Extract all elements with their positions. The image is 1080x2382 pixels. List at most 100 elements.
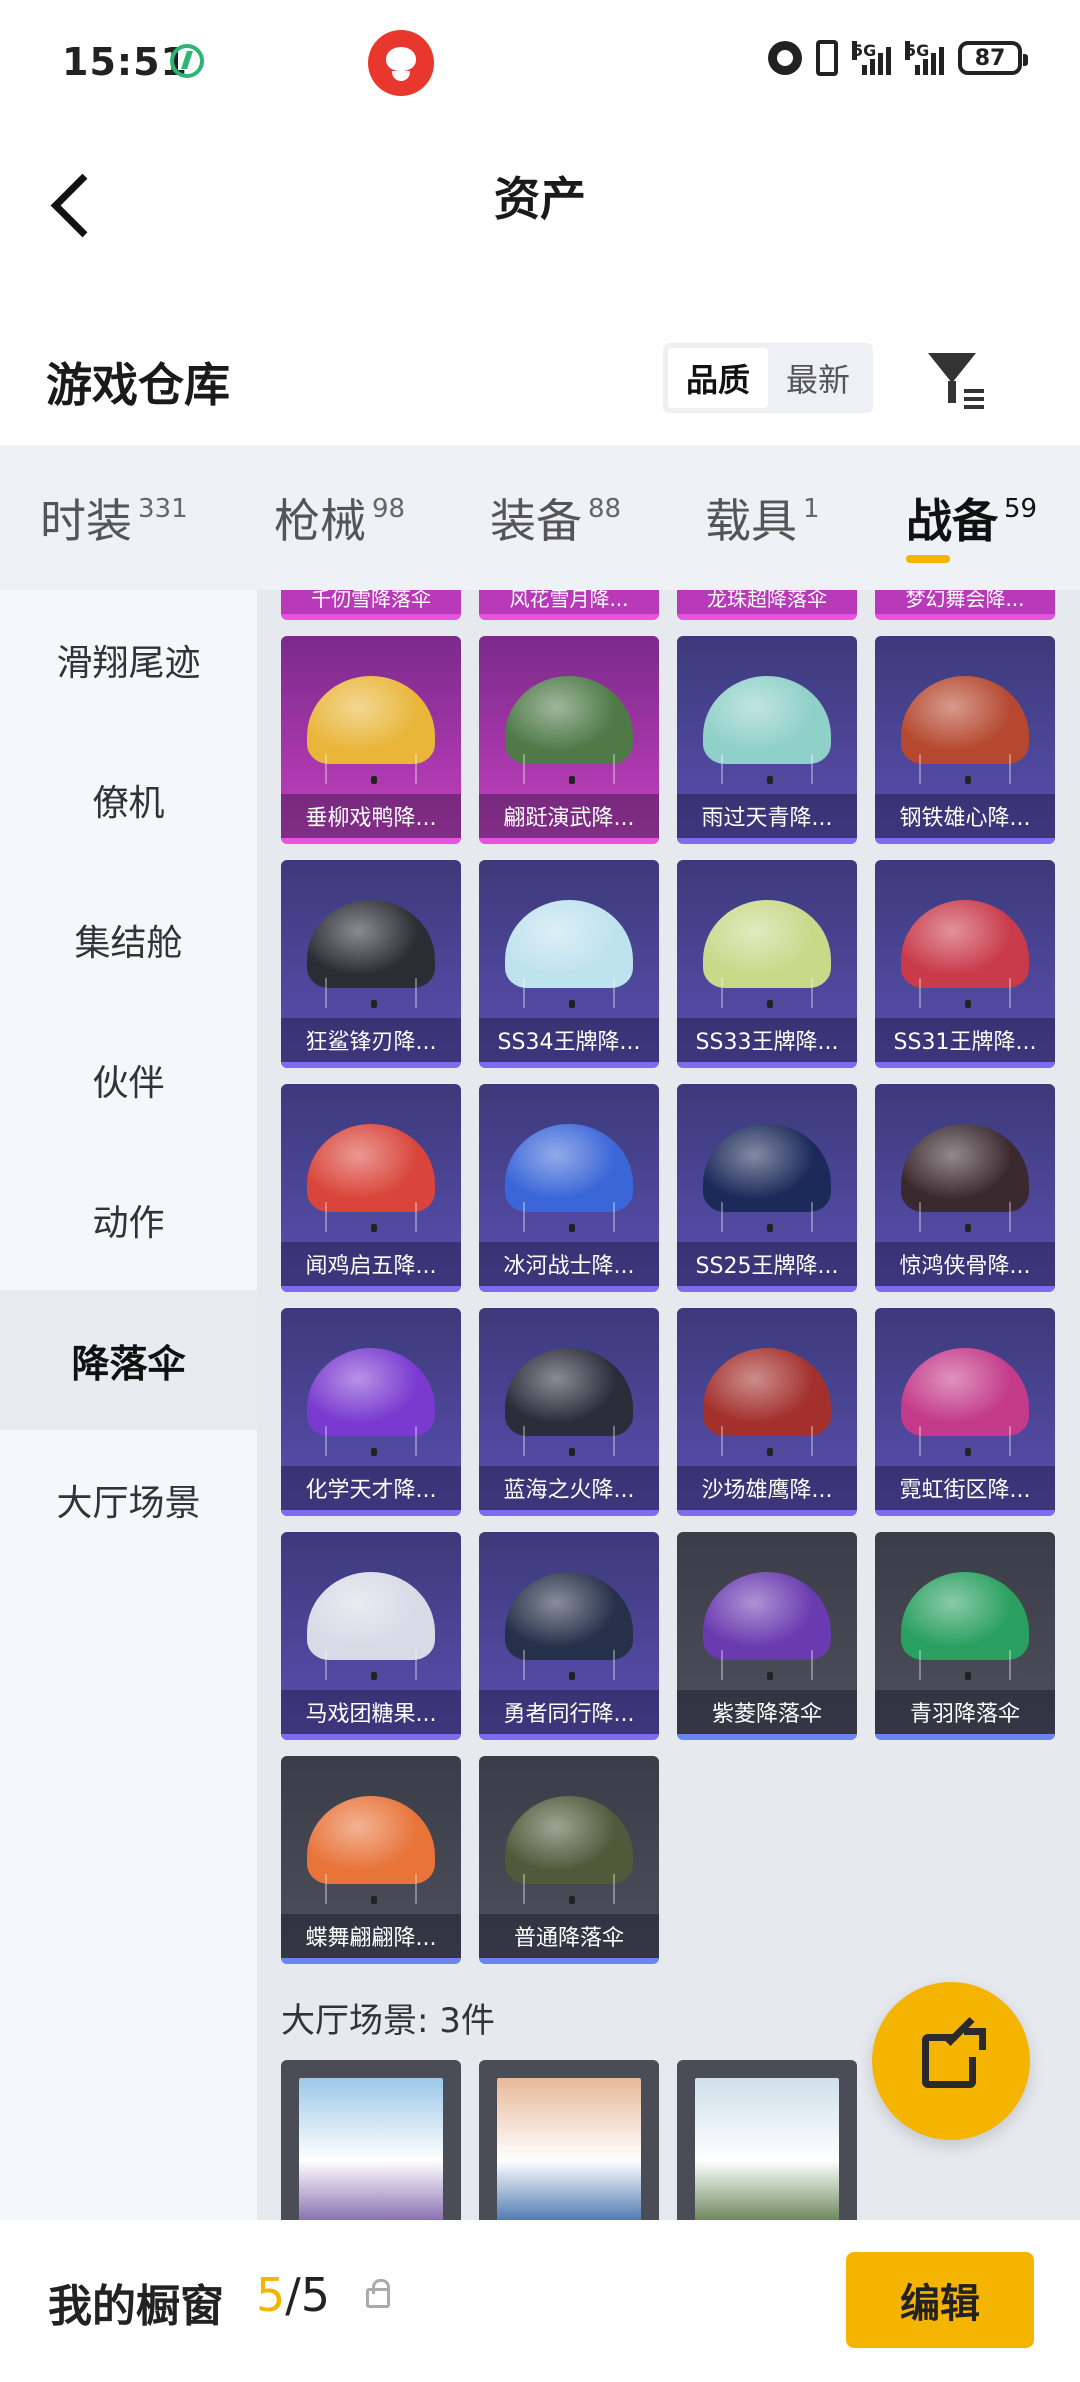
item-card[interactable]: 闻鸡启五降... bbox=[281, 1084, 461, 1292]
item-card[interactable]: SS31王牌降... bbox=[875, 860, 1055, 1068]
item-card[interactable]: 蓝海之火降... bbox=[479, 1308, 659, 1516]
parachute-lines bbox=[523, 1202, 615, 1232]
parachute-lines bbox=[721, 754, 813, 784]
item-card[interactable]: 马戏团糖果... bbox=[281, 1532, 461, 1740]
parachute-lines bbox=[721, 1202, 813, 1232]
sidebar-item-glide-trail[interactable]: 滑翔尾迹 bbox=[0, 590, 257, 730]
vibrate-icon bbox=[816, 40, 838, 76]
status-icons: 5G 5G 87 bbox=[768, 40, 1028, 76]
parachute-canopy-icon bbox=[307, 900, 435, 988]
scene-thumbnail bbox=[695, 2078, 839, 2220]
parachute-lines bbox=[325, 754, 417, 784]
sidebar-item-emote[interactable]: 动作 bbox=[0, 1150, 257, 1290]
parachute-lines bbox=[523, 1650, 615, 1680]
item-name: SS31王牌降... bbox=[875, 1018, 1055, 1062]
sort-option-newest[interactable]: 最新 bbox=[768, 348, 868, 408]
parachute-lines bbox=[919, 1650, 1011, 1680]
parachute-lines bbox=[721, 978, 813, 1008]
item-card[interactable]: 惊鸿侠骨降... bbox=[875, 1084, 1055, 1292]
item-card[interactable]: 蝶舞翩翩降... bbox=[281, 1756, 461, 1964]
signal-icon: 5G bbox=[905, 41, 944, 75]
parachute-canopy-icon bbox=[505, 1572, 633, 1660]
parachute-canopy-icon bbox=[901, 1348, 1029, 1436]
parachute-canopy-icon bbox=[505, 1796, 633, 1884]
category-tabs: 时装 331 枪械 98 装备 88 载具 1 战备 59 bbox=[0, 445, 1080, 590]
sidebar: 滑翔尾迹 僚机 集结舱 伙伴 动作 降落伞 大厅场景 bbox=[0, 590, 257, 2220]
scene-card[interactable] bbox=[677, 2060, 857, 2220]
scene-card[interactable] bbox=[479, 2060, 659, 2220]
app-notification-icon bbox=[368, 30, 434, 96]
parachute-canopy-icon bbox=[703, 1572, 831, 1660]
tab-count: 88 bbox=[588, 494, 622, 524]
item-name: 蓝海之火降... bbox=[479, 1466, 659, 1510]
share-button[interactable] bbox=[872, 1982, 1030, 2140]
parachute-canopy-icon bbox=[505, 1124, 633, 1212]
edit-button[interactable]: 编辑 bbox=[846, 2252, 1034, 2348]
item-card[interactable]: 狂鲨锋刃降... bbox=[281, 860, 461, 1068]
parachute-canopy-icon bbox=[703, 900, 831, 988]
parachute-canopy-icon bbox=[505, 676, 633, 764]
parachute-canopy-icon bbox=[307, 1796, 435, 1884]
sort-option-quality[interactable]: 品质 bbox=[668, 348, 768, 408]
warehouse-title: 游戏仓库 bbox=[46, 358, 230, 412]
item-card[interactable]: 沙场雄鹰降... bbox=[677, 1308, 857, 1516]
tab-count: 331 bbox=[138, 494, 188, 524]
item-card[interactable]: 雨过天青降... bbox=[677, 636, 857, 844]
sidebar-item-wingman[interactable]: 僚机 bbox=[0, 730, 257, 870]
parachute-lines bbox=[919, 978, 1011, 1008]
sidebar-item-parachute[interactable]: 降落伞 bbox=[0, 1290, 257, 1430]
warehouse-header: 游戏仓库 品质 最新 bbox=[0, 315, 1080, 445]
parachute-lines bbox=[523, 1426, 615, 1456]
item-card[interactable]: 钢铁雄心降... bbox=[875, 636, 1055, 844]
section-title-lobby-scene: 大厅场景: 3件 bbox=[281, 2001, 495, 2041]
item-name: 勇者同行降... bbox=[479, 1690, 659, 1734]
item-card-partial[interactable]: 龙珠超降落伞 bbox=[677, 590, 857, 620]
tab-battle-prep[interactable]: 战备 59 bbox=[906, 485, 1037, 551]
sidebar-item-lobby-scene[interactable]: 大厅场景 bbox=[0, 1430, 257, 1570]
item-card-partial[interactable]: 千仞雪降落伞 bbox=[281, 590, 461, 620]
item-name: 青羽降落伞 bbox=[875, 1690, 1055, 1734]
parachute-lines bbox=[325, 1426, 417, 1456]
scene-card[interactable] bbox=[281, 2060, 461, 2220]
parachute-canopy-icon bbox=[505, 1348, 633, 1436]
item-card[interactable]: 勇者同行降... bbox=[479, 1532, 659, 1740]
signal-icon: 5G bbox=[852, 41, 891, 75]
parachute-canopy-icon bbox=[307, 1348, 435, 1436]
sidebar-item-partner[interactable]: 伙伴 bbox=[0, 1010, 257, 1150]
filter-icon[interactable] bbox=[926, 351, 990, 411]
parachute-canopy-icon bbox=[703, 676, 831, 764]
battery-icon: 87 bbox=[958, 41, 1028, 75]
item-card[interactable]: 紫菱降落伞 bbox=[677, 1532, 857, 1740]
parachute-lines bbox=[325, 978, 417, 1008]
alarm-icon bbox=[768, 41, 802, 75]
item-card[interactable]: 化学天才降... bbox=[281, 1308, 461, 1516]
sort-toggle: 品质 最新 bbox=[663, 343, 873, 413]
parachute-canopy-icon bbox=[703, 1348, 831, 1436]
item-card[interactable]: SS34王牌降... bbox=[479, 860, 659, 1068]
item-card[interactable]: 普通降落伞 bbox=[479, 1756, 659, 1964]
item-card[interactable]: 垂柳戏鸭降... bbox=[281, 636, 461, 844]
tab-weapons[interactable]: 枪械 98 bbox=[274, 485, 405, 551]
parachute-canopy-icon bbox=[505, 900, 633, 988]
tab-vehicles[interactable]: 载具 1 bbox=[705, 485, 820, 551]
item-card[interactable]: 霓虹街区降... bbox=[875, 1308, 1055, 1516]
showcase-title: 我的橱窗 bbox=[48, 2281, 224, 2332]
item-card[interactable]: 青羽降落伞 bbox=[875, 1532, 1055, 1740]
item-name: SS33王牌降... bbox=[677, 1018, 857, 1062]
sidebar-item-rally-pod[interactable]: 集结舱 bbox=[0, 870, 257, 1010]
item-card[interactable]: SS25王牌降... bbox=[677, 1084, 857, 1292]
item-card-partial[interactable]: 梦幻舞会降... bbox=[875, 590, 1055, 620]
status-bar: 15:51 5G 5G 87 bbox=[0, 0, 1080, 125]
tab-count: 98 bbox=[372, 494, 406, 524]
item-name: 冰河战士降... bbox=[479, 1242, 659, 1286]
parachute-canopy-icon bbox=[901, 1572, 1029, 1660]
item-name: 马戏团糖果... bbox=[281, 1690, 461, 1734]
parachute-canopy-icon bbox=[307, 1572, 435, 1660]
tab-fashion[interactable]: 时装 331 bbox=[40, 485, 188, 551]
item-card[interactable]: 冰河战士降... bbox=[479, 1084, 659, 1292]
tab-equipment[interactable]: 装备 88 bbox=[490, 485, 621, 551]
item-card-partial[interactable]: 风花雪月降... bbox=[479, 590, 659, 620]
item-card[interactable]: SS33王牌降... bbox=[677, 860, 857, 1068]
item-name: 垂柳戏鸭降... bbox=[281, 794, 461, 838]
item-card[interactable]: 翩跹演武降... bbox=[479, 636, 659, 844]
